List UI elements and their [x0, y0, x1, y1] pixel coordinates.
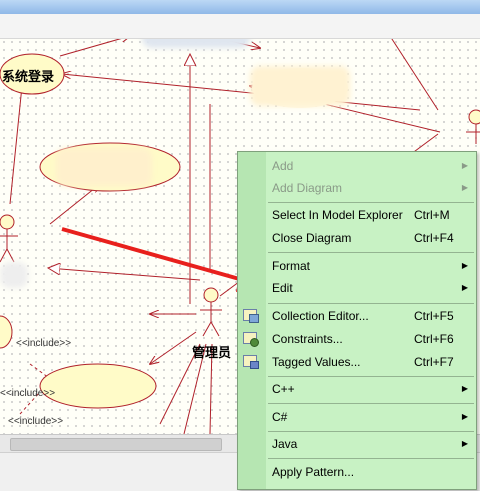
menu-item-add-diagram[interactable]: Add Diagram ▶ [266, 177, 476, 199]
menu-item-constraints[interactable]: Constraints... Ctrl+F6 [266, 328, 476, 350]
include-label: <<include>> [0, 388, 56, 399]
actor-left [0, 214, 18, 263]
menu-item-select-in-model-explorer[interactable]: Select In Model Explorer Ctrl+M [266, 204, 476, 226]
menu-item-tagged-values[interactable]: Tagged Values... Ctrl+F7 [266, 351, 476, 373]
constraints-icon [243, 332, 259, 347]
submenu-arrow-icon: ▶ [461, 439, 468, 448]
submenu-arrow-icon: ▶ [461, 283, 468, 292]
menu-separator [268, 431, 474, 432]
menu-separator [268, 376, 474, 377]
menu-separator [268, 403, 474, 404]
menu-separator [268, 202, 474, 203]
menu-separator [268, 303, 474, 304]
menu-item-add[interactable]: Add ▶ [266, 155, 476, 177]
scrollbar-thumb[interactable] [10, 438, 222, 451]
submenu-arrow-icon: ▶ [461, 183, 468, 192]
window-top-bar [0, 0, 480, 14]
blurred-region [0, 262, 28, 288]
canvas-header-strip [0, 14, 480, 39]
menu-item-cpp[interactable]: C++ ▶ [266, 378, 476, 400]
blurred-region [56, 148, 152, 186]
include-label: <<include>> [8, 416, 64, 427]
menu-item-java[interactable]: Java ▶ [266, 433, 476, 455]
menu-item-csharp[interactable]: C# ▶ [266, 406, 476, 428]
submenu-arrow-icon: ▶ [461, 261, 468, 270]
menu-item-close-diagram[interactable]: Close Diagram Ctrl+F4 [266, 227, 476, 249]
usecase-login-label: 系统登录 [2, 69, 55, 84]
menu-item-edit[interactable]: Edit ▶ [266, 277, 476, 299]
submenu-arrow-icon: ▶ [461, 384, 468, 393]
menu-item-collection-editor[interactable]: Collection Editor... Ctrl+F5 [266, 305, 476, 327]
actor-admin-label: 管理员 [192, 345, 232, 360]
menu-item-apply-pattern[interactable]: Apply Pattern... [266, 461, 476, 483]
include-label: <<include>> [16, 338, 72, 349]
menu-separator [268, 252, 474, 253]
submenu-arrow-icon: ▶ [461, 161, 468, 170]
tagged-values-icon [243, 355, 259, 369]
context-menu: Add ▶ Add Diagram ▶ Select In Model Expl… [237, 151, 477, 490]
blurred-region [250, 66, 350, 106]
submenu-arrow-icon: ▶ [461, 412, 468, 421]
collection-editor-icon [243, 309, 259, 323]
menu-separator [268, 458, 474, 459]
menu-item-format[interactable]: Format ▶ [266, 255, 476, 277]
